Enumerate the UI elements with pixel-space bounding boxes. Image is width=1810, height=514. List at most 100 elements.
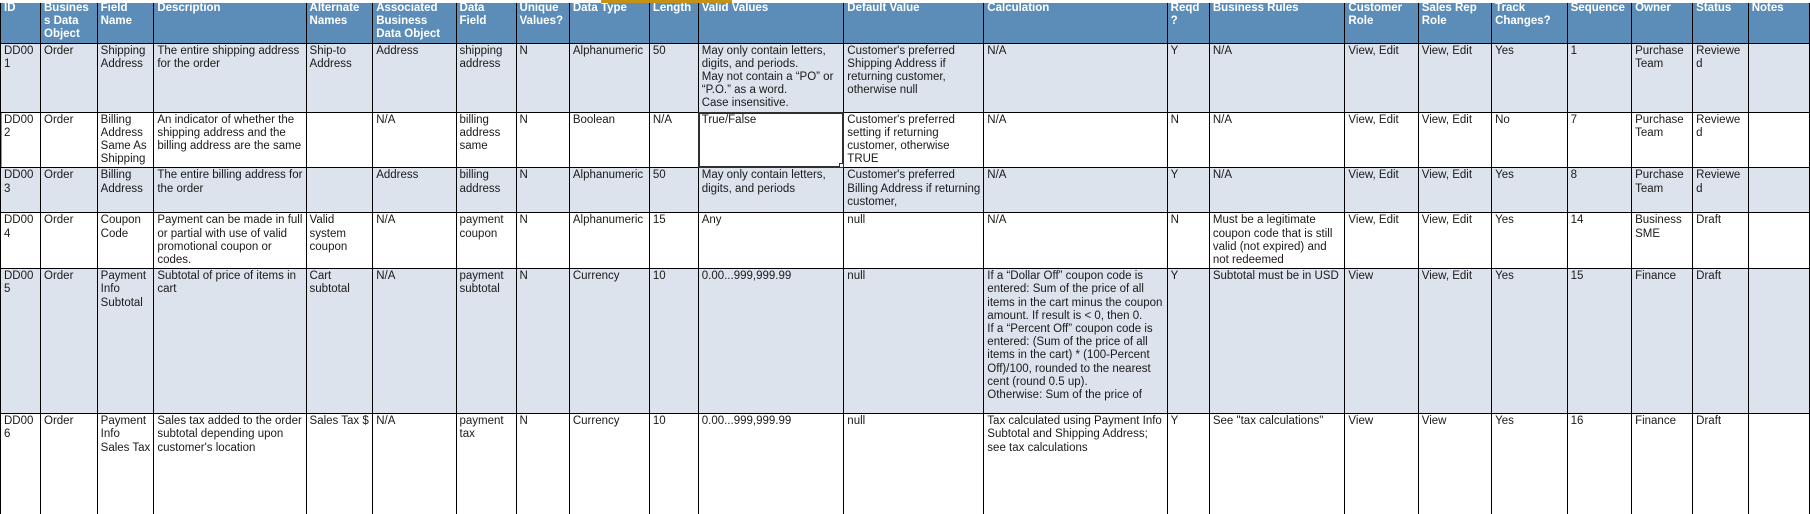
cell-calculation[interactable]: N/A	[983, 111, 1168, 169]
cell-sequence[interactable]: 8	[1566, 167, 1633, 214]
cell-default_value[interactable]: null	[843, 212, 985, 270]
cell-length[interactable]: 10	[648, 268, 699, 415]
cell-data_type[interactable]: Alphanumeric	[568, 167, 650, 214]
table-row[interactable]: DD001 Order Shipping Address The entire shi…	[0, 42, 1810, 113]
cell-description[interactable]: The entire shipping address for the orde…	[153, 42, 307, 113]
cell-owner[interactable]: Purchase Team	[1631, 111, 1694, 169]
cell-sequence[interactable]: 15	[1566, 268, 1633, 415]
column-header-status[interactable]: Status	[1692, 0, 1749, 44]
cell-status[interactable]: Reviewed	[1692, 167, 1749, 214]
column-header-sequence[interactable]: Sequence	[1566, 0, 1633, 44]
cell-sales_rep_role[interactable]: View	[1417, 413, 1493, 514]
cell-associated_business_data_object[interactable]: N/A	[372, 413, 457, 514]
cell-business_rules[interactable]: Subtotal must be in USD	[1208, 268, 1346, 415]
column-header-associated_business_data_object[interactable]: Associated Business Data Object	[372, 0, 457, 44]
cell-field_name[interactable]: Coupon Code	[96, 212, 155, 270]
cell-track_changes[interactable]: No	[1491, 111, 1568, 169]
cell-reqd[interactable]: Y	[1166, 413, 1210, 514]
cell-sales_rep_role[interactable]: View, Edit	[1417, 42, 1493, 113]
cell-data_field[interactable]: payment coupon	[455, 212, 517, 270]
cell-length[interactable]: 10	[648, 413, 699, 514]
cell-default_value[interactable]: Customer's preferred setting if returnin…	[843, 111, 985, 169]
cell-owner[interactable]: Purchase Team	[1631, 42, 1694, 113]
cell-associated_business_data_object[interactable]: N/A	[372, 212, 457, 270]
table-row[interactable]: DD002 Order Billing Address Same As Shippi…	[0, 111, 1810, 169]
cell-data_type[interactable]: Currency	[568, 413, 650, 514]
column-header-default_value[interactable]: Default Value	[843, 0, 985, 44]
cell-id[interactable]: DD006	[0, 413, 41, 514]
column-header-data_field[interactable]: Data Field	[455, 0, 517, 44]
cell-default_value[interactable]: Customer's preferred Shipping Address if…	[843, 42, 985, 113]
cell-unique_values[interactable]: N	[515, 42, 570, 113]
cell-notes[interactable]	[1747, 413, 1810, 514]
cell-alternate_names[interactable]	[305, 167, 374, 214]
cell-sales_rep_role[interactable]: View, Edit	[1417, 167, 1493, 214]
cell-notes[interactable]	[1747, 111, 1810, 169]
cell-customer_role[interactable]: View, Edit	[1344, 212, 1419, 270]
cell-alternate_names[interactable]: Ship-to Address	[305, 42, 374, 113]
cell-sequence[interactable]: 1	[1566, 42, 1633, 113]
cell-calculation[interactable]: If a “Dollar Off” coupon code is entered…	[983, 268, 1168, 415]
cell-unique_values[interactable]: N	[515, 167, 570, 214]
cell-data_type[interactable]: Boolean	[568, 111, 650, 169]
cell-track_changes[interactable]: Yes	[1491, 42, 1568, 113]
cell-notes[interactable]	[1747, 42, 1810, 113]
cell-sequence[interactable]: 14	[1566, 212, 1633, 270]
cell-description[interactable]: Sales tax added to the order subtotal de…	[153, 413, 307, 514]
cell-track_changes[interactable]: Yes	[1491, 413, 1568, 514]
cell-field_name[interactable]: Payment Info Sales Tax	[96, 413, 155, 514]
column-header-business_data_object[interactable]: Business Data Object	[40, 0, 98, 44]
cell-customer_role[interactable]: View	[1344, 268, 1419, 415]
cell-business_rules[interactable]: See "tax calculations"	[1208, 413, 1346, 514]
cell-sales_rep_role[interactable]: View, Edit	[1417, 212, 1493, 270]
cell-default_value[interactable]: Customer's preferred Billing Address if …	[843, 167, 985, 214]
cell-id[interactable]: DD005	[0, 268, 41, 415]
cell-alternate_names[interactable]: Cart subtotal	[305, 268, 374, 415]
cell-associated_business_data_object[interactable]: Address	[372, 42, 457, 113]
cell-data_field[interactable]: billing address	[455, 167, 517, 214]
cell-associated_business_data_object[interactable]: N/A	[372, 111, 457, 169]
cell-length[interactable]: 15	[648, 212, 699, 270]
cell-calculation[interactable]: N/A	[983, 42, 1168, 113]
column-header-alternate_names[interactable]: Alternate Names	[305, 0, 374, 44]
cell-calculation[interactable]: Tax calculated using Payment Info Subtot…	[983, 413, 1168, 514]
cell-owner[interactable]: Finance	[1631, 268, 1694, 415]
cell-track_changes[interactable]: Yes	[1491, 167, 1568, 214]
cell-description[interactable]: Payment can be made in full or partial w…	[153, 212, 307, 270]
cell-customer_role[interactable]: View, Edit	[1344, 42, 1419, 113]
cell-valid_values[interactable]: 0.00...999,999.99	[697, 268, 845, 415]
cell-notes[interactable]	[1747, 167, 1810, 214]
table-row[interactable]: DD005 Order Payment Info Subtotal Subtotal …	[0, 268, 1810, 415]
column-header-length[interactable]: Length	[648, 0, 699, 44]
column-header-owner[interactable]: Owner	[1631, 0, 1694, 44]
cell-track_changes[interactable]: Yes	[1491, 212, 1568, 270]
cell-default_value[interactable]: null	[843, 413, 985, 514]
cell-unique_values[interactable]: N	[515, 212, 570, 270]
cell-owner[interactable]: Purchase Team	[1631, 167, 1694, 214]
column-header-description[interactable]: Description	[153, 0, 307, 44]
cell-status[interactable]: Draft	[1692, 268, 1749, 415]
cell-notes[interactable]	[1747, 268, 1810, 415]
cell-sequence[interactable]: 7	[1566, 111, 1633, 169]
cell-data_field[interactable]: payment subtotal	[455, 268, 517, 415]
cell-field_name[interactable]: Shipping Address	[96, 42, 155, 113]
column-header-notes[interactable]: Notes	[1747, 0, 1810, 44]
cell-associated_business_data_object[interactable]: N/A	[372, 268, 457, 415]
cell-field_name[interactable]: Billing Address	[96, 167, 155, 214]
cell-description[interactable]: Subtotal of price of items in cart	[153, 268, 307, 415]
cell-customer_role[interactable]: View	[1344, 413, 1419, 514]
cell-field_name[interactable]: Payment Info Subtotal	[96, 268, 155, 415]
cell-business_data_object[interactable]: Order	[40, 167, 98, 214]
cell-sales_rep_role[interactable]: View, Edit	[1417, 268, 1493, 415]
cell-reqd[interactable]: N	[1166, 212, 1210, 270]
cell-description[interactable]: The entire billing address for the order	[153, 167, 307, 214]
cell-id[interactable]: DD001	[0, 42, 41, 113]
column-header-unique_values[interactable]: Unique Values?	[515, 0, 570, 44]
table-row[interactable]: DD006 Order Payment Info Sales Tax Sales ta…	[0, 413, 1810, 514]
cell-track_changes[interactable]: Yes	[1491, 268, 1568, 415]
cell-owner[interactable]: Finance	[1631, 413, 1694, 514]
cell-valid_values[interactable]: May only contain letters, digits, and pe…	[697, 167, 845, 214]
cell-data_field[interactable]: shipping address	[455, 42, 517, 113]
table-row[interactable]: DD004 Order Coupon Code Payment can be made…	[0, 212, 1810, 270]
cell-notes[interactable]	[1747, 212, 1810, 270]
